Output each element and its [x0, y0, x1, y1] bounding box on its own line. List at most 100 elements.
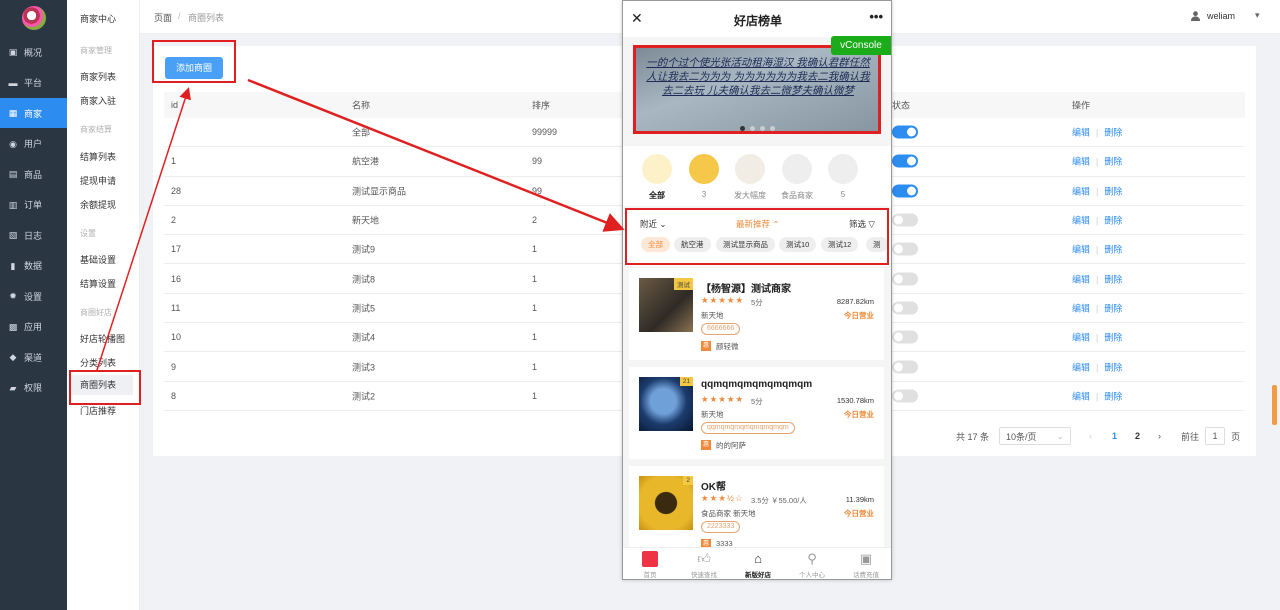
shop-tag: 2223333 — [701, 521, 741, 533]
delete-link[interactable]: 删除 — [1104, 362, 1122, 372]
edit-link[interactable]: 编辑 — [1072, 157, 1090, 167]
breadcrumb-root[interactable]: 页面 — [154, 11, 172, 24]
status-toggle[interactable] — [892, 184, 918, 198]
submenu-item-settle-settings[interactable]: 结算设置 — [80, 277, 116, 290]
prev-page-icon[interactable]: ‹ — [1089, 431, 1092, 441]
carousel-dot[interactable] — [740, 126, 745, 131]
breadcrumb-current: 商圈列表 — [188, 13, 225, 23]
edit-link[interactable]: 编辑 — [1072, 362, 1090, 372]
tab-new-shop[interactable]: ⌂ 新版好店 — [733, 551, 783, 579]
sidebar-item-5[interactable]: ▥ 订单 — [0, 190, 67, 220]
sidebar-item-3[interactable]: ◉ 用户 — [0, 129, 67, 159]
delete-link[interactable]: 删除 — [1104, 186, 1122, 196]
tab-home[interactable]: 首页 — [625, 551, 675, 579]
sidebar-item-9[interactable]: ▩ 应用 — [0, 312, 67, 342]
shop-score: 3.5分 ￥55.00/人 — [751, 496, 807, 505]
edit-link[interactable]: 编辑 — [1072, 391, 1090, 401]
category-fadafudu[interactable]: 发大幅度 — [730, 154, 770, 201]
sidebar-item-1[interactable]: ▬ 平台 — [0, 68, 67, 98]
delete-link[interactable]: 删除 — [1104, 391, 1122, 401]
sidebar-item-8[interactable]: ✹ 设置 — [0, 281, 67, 311]
category-row: 全部 3 发大幅度 食品商家 5 — [623, 146, 891, 206]
edit-link[interactable]: 编辑 — [1072, 186, 1090, 196]
carousel-dot[interactable] — [770, 126, 775, 131]
cell-sort: 99999 — [532, 127, 558, 138]
action-divider: | — [1096, 156, 1099, 167]
annotation-box-filter — [625, 208, 889, 265]
submenu-item-settle-list[interactable]: 结算列表 — [80, 150, 116, 163]
category-food[interactable]: 食品商家 — [777, 154, 817, 201]
submenu-item-balance[interactable]: 余额提现 — [80, 198, 116, 211]
status-toggle[interactable] — [892, 330, 918, 344]
sidebar-item-6[interactable]: ▧ 日志 — [0, 220, 67, 250]
submenu-item-merchant-join[interactable]: 商家入驻 — [80, 94, 116, 107]
category-5[interactable]: 5 — [823, 154, 863, 199]
delete-link[interactable]: 删除 — [1104, 216, 1122, 226]
sidebar-item-4[interactable]: ▤ 商品 — [0, 159, 67, 189]
page-scrollbar[interactable] — [1272, 385, 1277, 425]
status-toggle[interactable] — [892, 389, 918, 403]
monitor-icon: ▬ — [8, 77, 18, 88]
status-toggle[interactable] — [892, 213, 918, 227]
submenu-item-shop-carousel[interactable]: 好店轮播图 — [80, 332, 125, 345]
sidebar-item-label: 数据 — [24, 261, 43, 271]
shop-thumbnail: 测试 — [639, 278, 693, 332]
submenu-item-withdraw[interactable]: 提现申请 — [80, 174, 116, 187]
shop-tag: qqmqmqmqmqmqmqmqm — [701, 422, 795, 434]
submenu-item-store-recommend[interactable]: 门店推荐 — [80, 404, 116, 417]
sidebar-item-11[interactable]: ▰ 权限 — [0, 373, 67, 403]
page-size-select[interactable]: 10条/页 ⌄ — [999, 427, 1072, 445]
category-3[interactable]: 3 — [684, 154, 724, 199]
edit-link[interactable]: 编辑 — [1072, 303, 1090, 313]
status-toggle[interactable] — [892, 154, 918, 168]
submenu-item-merchant-list[interactable]: 商家列表 — [80, 70, 116, 83]
edit-link[interactable]: 编辑 — [1072, 333, 1090, 343]
user-menu[interactable]: weliam ▾ — [1190, 10, 1260, 21]
goto-page-input[interactable]: 1 — [1205, 427, 1226, 445]
status-toggle[interactable] — [892, 272, 918, 286]
edit-link[interactable]: 编辑 — [1072, 128, 1090, 138]
shop-card[interactable]: 2 OK帮 ★★★½☆ 3.5分 ￥55.00/人 11.39km 食品商家 新天地 今日营… — [629, 466, 884, 549]
action-divider: | — [1096, 127, 1099, 138]
status-toggle[interactable] — [892, 301, 918, 315]
app-logo[interactable] — [22, 6, 46, 30]
carousel-dot[interactable] — [760, 126, 765, 131]
status-toggle[interactable] — [892, 125, 918, 139]
rating-stars-icon: ★★★★★ — [701, 295, 745, 305]
edit-link[interactable]: 编辑 — [1072, 274, 1090, 284]
vconsole-button[interactable]: vConsole — [831, 36, 891, 55]
page-1[interactable]: 1 — [1112, 431, 1117, 441]
shop-open-status: 今日营业 — [844, 410, 874, 419]
status-toggle[interactable] — [892, 242, 918, 256]
carousel-dot[interactable] — [750, 126, 755, 131]
edit-link[interactable]: 编辑 — [1072, 245, 1090, 255]
tab-quick-find[interactable]: 👍︎ 快速查找 — [679, 551, 729, 579]
banner-carousel[interactable]: 一的个过个使光张活动租海湿汉 我确认君群任然 人让我去二为为为 为为为为为为我去… — [633, 45, 881, 134]
category-icon — [828, 154, 858, 184]
shop-card[interactable]: 21 qqmqmqmqmqmqmqm ★★★★★ 5分 1530.78km 新天地 今日营业… — [629, 367, 884, 459]
edit-link[interactable]: 编辑 — [1072, 216, 1090, 226]
submenu-item-category-list[interactable]: 分类列表 — [80, 356, 116, 369]
next-page-icon[interactable]: › — [1158, 431, 1161, 441]
submenu-item-basic-settings[interactable]: 基础设置 — [80, 253, 116, 266]
tab-profile[interactable]: ⚲ 个人中心 — [787, 551, 837, 579]
delete-link[interactable]: 删除 — [1104, 333, 1122, 343]
cell-id: 10 — [171, 332, 182, 343]
tab-recharge[interactable]: ▣ 话费充值 — [841, 551, 891, 579]
submenu-group-settlement: 商家结算 — [80, 125, 112, 134]
delete-link[interactable]: 删除 — [1104, 245, 1122, 255]
shop-icon: ▦ — [8, 108, 18, 118]
page-2[interactable]: 2 — [1135, 431, 1140, 441]
sidebar-item-0[interactable]: ▣ 概况 — [0, 37, 67, 67]
shop-card[interactable]: 测试 【杨智源】测试商家 ★★★★★ 5分 8287.82km 新天地 今日营业 666666… — [629, 268, 884, 360]
status-toggle[interactable] — [892, 360, 918, 374]
sidebar-item-7[interactable]: ▮ 数据 — [0, 251, 67, 281]
delete-link[interactable]: 删除 — [1104, 303, 1122, 313]
sidebar-item-2[interactable]: ▦ 商家 — [0, 98, 67, 128]
delete-link[interactable]: 删除 — [1104, 128, 1122, 138]
more-icon[interactable]: ••• — [869, 9, 883, 24]
delete-link[interactable]: 删除 — [1104, 274, 1122, 284]
category-all[interactable]: 全部 — [637, 154, 677, 201]
sidebar-item-10[interactable]: ◆ 渠道 — [0, 342, 67, 372]
delete-link[interactable]: 删除 — [1104, 157, 1122, 167]
